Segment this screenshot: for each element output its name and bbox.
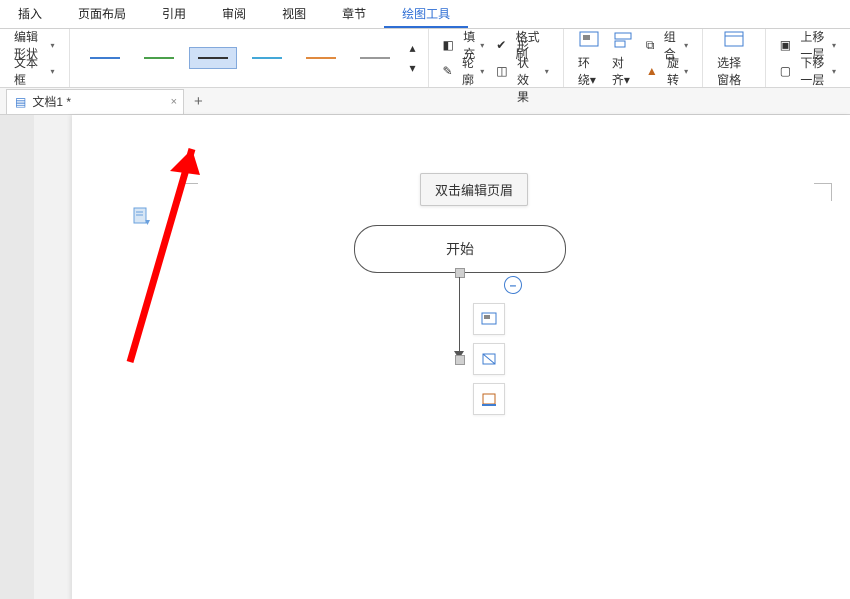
tab-drawtools[interactable]: 绘图工具 xyxy=(384,0,468,28)
fill-button[interactable]: ◧ 填充▾ xyxy=(441,35,487,55)
collapse-icon[interactable]: – xyxy=(504,276,522,294)
tab-view[interactable]: 视图 xyxy=(264,0,324,28)
canvas-area: 双击编辑页眉 开始 – xyxy=(0,115,850,599)
document-tab-bar: ▤ 文档1 * × + xyxy=(0,88,850,115)
context-tool-wrap[interactable] xyxy=(473,303,505,335)
group-icon: ⧉ xyxy=(646,38,655,53)
outline-button[interactable]: ✎ 轮廓▾ xyxy=(441,61,487,81)
pen-icon: ✎ xyxy=(443,64,453,78)
close-tab-icon[interactable]: × xyxy=(171,96,177,108)
line-style-green[interactable] xyxy=(135,47,183,69)
tab-insert[interactable]: 插入 xyxy=(0,0,60,28)
rotate-icon: ▲ xyxy=(646,64,658,78)
flowchart-start-shape[interactable]: 开始 xyxy=(354,225,566,273)
connector-handle-top[interactable] xyxy=(455,268,465,278)
tab-review[interactable]: 审阅 xyxy=(204,0,264,28)
context-tool-fill[interactable] xyxy=(473,383,505,415)
group-button[interactable]: ⧉ 组合▾ xyxy=(644,35,690,55)
bucket-icon: ◧ xyxy=(443,38,454,52)
align-button[interactable]: 对齐▾ xyxy=(606,29,640,88)
shape-effects-button[interactable]: ◫ 形状效果▾ xyxy=(494,61,551,81)
cube-icon: ◫ xyxy=(496,64,507,78)
rotate-button[interactable]: ▲ 旋转▾ xyxy=(644,61,690,81)
pane-icon xyxy=(723,29,745,51)
line-style-gray[interactable] xyxy=(351,47,399,69)
tab-layout[interactable]: 页面布局 xyxy=(60,0,144,28)
wrap-icon xyxy=(578,29,600,51)
line-style-orange[interactable] xyxy=(297,47,345,69)
left-gutter xyxy=(0,115,34,599)
header-tooltip: 双击编辑页眉 xyxy=(420,173,528,206)
wrap-button[interactable]: 环绕▾ xyxy=(572,29,606,88)
header-margin-mark-right xyxy=(814,183,832,184)
tab-chapter[interactable]: 章节 xyxy=(324,0,384,28)
context-tool-outline[interactable] xyxy=(473,343,505,375)
tab-reference[interactable]: 引用 xyxy=(144,0,204,28)
line-style-black[interactable] xyxy=(189,47,237,69)
gallery-down-icon[interactable]: ▾ xyxy=(410,61,416,75)
edit-shape-button[interactable]: 编辑形状▾ xyxy=(12,35,57,55)
page[interactable]: 双击编辑页眉 开始 – xyxy=(72,115,850,599)
brush-icon: ✔ xyxy=(496,38,506,52)
header-margin-mark-left xyxy=(180,183,198,184)
bring-forward-button[interactable]: ▣ 上移一层▾ xyxy=(778,35,838,55)
line-style-gallery: ▴ ▾ xyxy=(70,29,429,87)
forward-icon: ▣ xyxy=(780,38,791,52)
menu-tabs: 插入 页面布局 引用 审阅 视图 章节 绘图工具 xyxy=(0,0,850,29)
align-icon xyxy=(612,29,634,51)
send-backward-button[interactable]: ▢ 下移一层▾ xyxy=(778,61,838,81)
ribbon: 编辑形状▾ 文本框▾ ▴ ▾ ◧ 填充▾ ✎ 轮廓▾ ✔ 格式刷 ◫ 形状效果▾… xyxy=(0,29,850,88)
doc-icon: ▤ xyxy=(15,95,26,109)
document-tab[interactable]: ▤ 文档1 * × xyxy=(6,89,184,114)
document-tab-label: 文档1 * xyxy=(32,93,71,110)
page-options-icon[interactable] xyxy=(132,207,152,227)
line-style-blue[interactable] xyxy=(81,47,129,69)
backward-icon: ▢ xyxy=(780,64,791,78)
connector-handle-bottom[interactable] xyxy=(455,355,465,365)
connector-line[interactable] xyxy=(459,277,460,355)
new-tab-button[interactable]: + xyxy=(184,93,213,110)
line-style-lightblue[interactable] xyxy=(243,47,291,69)
gallery-up-icon[interactable]: ▴ xyxy=(410,41,416,55)
select-pane-button[interactable]: 选择窗格 xyxy=(711,29,757,88)
textbox-button[interactable]: 文本框▾ xyxy=(12,61,57,81)
